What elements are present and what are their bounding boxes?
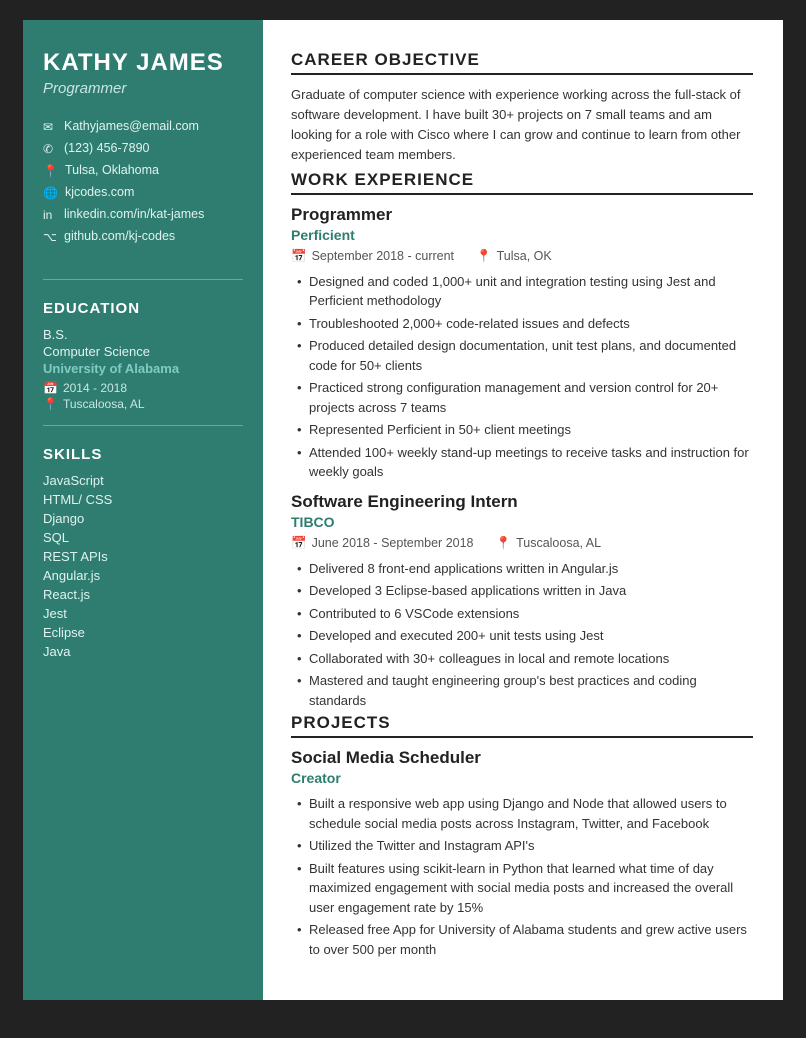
skills-title: SKILLS xyxy=(43,446,243,463)
job-title-2: Software Engineering Intern xyxy=(291,492,753,512)
job-title-1: Programmer xyxy=(291,205,753,225)
contact-email: ✉ Kathyjames@email.com xyxy=(43,119,243,134)
skill-item: Django xyxy=(43,511,243,526)
github-icon: ⌥ xyxy=(43,230,57,244)
project-title-1: Social Media Scheduler xyxy=(291,748,753,768)
bullet-item: Contributed to 6 VSCode extensions xyxy=(295,604,753,624)
skill-item: JavaScript xyxy=(43,473,243,488)
contact-list: ✉ Kathyjames@email.com ✆ (123) 456-7890 … xyxy=(43,119,243,251)
phone-icon: ✆ xyxy=(43,142,57,156)
bullet-item: Produced detailed design documentation, … xyxy=(295,336,753,375)
skills-list: JavaScript HTML/ CSS Django SQL REST API… xyxy=(43,473,243,659)
bullet-item: Represented Perficient in 50+ client mee… xyxy=(295,420,753,440)
contact-github: ⌥ github.com/kj-codes xyxy=(43,229,243,244)
bullet-item: Attended 100+ weekly stand-up meetings t… xyxy=(295,443,753,482)
bullet-item: Developed and executed 200+ unit tests u… xyxy=(295,626,753,646)
skill-item: REST APIs xyxy=(43,549,243,564)
bullet-item: Designed and coded 1,000+ unit and integ… xyxy=(295,272,753,311)
location-icon-1: 📍 xyxy=(476,249,492,264)
bullet-item: Built a responsive web app using Django … xyxy=(295,794,753,833)
skill-item: Jest xyxy=(43,606,243,621)
bullet-item: Released free App for University of Alab… xyxy=(295,920,753,959)
bullet-item: Collaborated with 30+ colleagues in loca… xyxy=(295,649,753,669)
work-experience-section: WORK EXPERIENCE Programmer Perficient 📅 … xyxy=(291,170,753,711)
contact-location: 📍 Tulsa, Oklahoma xyxy=(43,163,243,178)
skill-item: Eclipse xyxy=(43,625,243,640)
candidate-title: Programmer xyxy=(43,80,243,97)
edu-major: Computer Science xyxy=(43,344,243,359)
job-bullets-2: Delivered 8 front-end applications writt… xyxy=(291,559,753,711)
sidebar-divider-2 xyxy=(43,425,243,426)
job-bullets-1: Designed and coded 1,000+ unit and integ… xyxy=(291,272,753,482)
location-icon: 📍 xyxy=(43,164,58,178)
projects-header: PROJECTS xyxy=(291,713,753,738)
skill-item: Java xyxy=(43,644,243,659)
career-objective-header: CAREER OBJECTIVE xyxy=(291,50,753,75)
contact-linkedin: in linkedin.com/in/kat-james xyxy=(43,207,243,222)
location-icon-2: 📍 xyxy=(496,536,512,551)
work-experience-header: WORK EXPERIENCE xyxy=(291,170,753,195)
education-title: EDUCATION xyxy=(43,300,243,317)
sidebar: KATHY JAMES Programmer ✉ Kathyjames@emai… xyxy=(23,20,263,1000)
calendar-icon-1: 📅 xyxy=(291,249,307,264)
edu-degree: B.S. xyxy=(43,327,243,342)
calendar-icon: 📅 xyxy=(43,381,58,395)
project-entry-1: Social Media Scheduler Creator Built a r… xyxy=(291,748,753,959)
company-name-1: Perficient xyxy=(291,227,753,243)
globe-icon: 🌐 xyxy=(43,186,58,200)
bullet-item: Practiced strong configuration managemen… xyxy=(295,378,753,417)
envelope-icon: ✉ xyxy=(43,120,57,134)
bullet-item: Delivered 8 front-end applications writt… xyxy=(295,559,753,579)
job-meta-2: 📅 June 2018 - September 2018 📍 Tuscaloos… xyxy=(291,536,753,551)
job-dates-1: 📅 September 2018 - current xyxy=(291,249,454,264)
job-location-1: 📍 Tulsa, OK xyxy=(476,249,552,264)
bullet-item: Mastered and taught engineering group's … xyxy=(295,671,753,710)
contact-phone: ✆ (123) 456-7890 xyxy=(43,141,243,156)
edu-location: 📍 Tuscaloosa, AL xyxy=(43,397,243,411)
skill-item: React.js xyxy=(43,587,243,602)
calendar-icon-2: 📅 xyxy=(291,536,307,551)
skill-item: SQL xyxy=(43,530,243,545)
main-content: CAREER OBJECTIVE Graduate of computer sc… xyxy=(263,20,783,1000)
job-meta-1: 📅 September 2018 - current 📍 Tulsa, OK xyxy=(291,249,753,264)
edu-years: 📅 2014 - 2018 xyxy=(43,381,243,395)
edu-school: University of Alabama xyxy=(43,361,243,376)
map-pin-icon: 📍 xyxy=(43,397,58,411)
skill-item: HTML/ CSS xyxy=(43,492,243,507)
bullet-item: Utilized the Twitter and Instagram API's xyxy=(295,836,753,856)
project-role-1: Creator xyxy=(291,770,753,786)
sidebar-divider-1 xyxy=(43,279,243,280)
skill-item: Angular.js xyxy=(43,568,243,583)
job-entry-2: Software Engineering Intern TIBCO 📅 June… xyxy=(291,492,753,711)
bullet-item: Built features using scikit-learn in Pyt… xyxy=(295,859,753,918)
candidate-name: KATHY JAMES xyxy=(43,50,243,76)
skills-section: SKILLS JavaScript HTML/ CSS Django SQL R… xyxy=(43,446,243,663)
job-dates-2: 📅 June 2018 - September 2018 xyxy=(291,536,474,551)
linkedin-icon: in xyxy=(43,208,57,222)
resume-container: KATHY JAMES Programmer ✉ Kathyjames@emai… xyxy=(23,20,783,1000)
job-location-2: 📍 Tuscaloosa, AL xyxy=(496,536,602,551)
job-entry-1: Programmer Perficient 📅 September 2018 -… xyxy=(291,205,753,482)
bullet-item: Developed 3 Eclipse-based applications w… xyxy=(295,581,753,601)
bullet-item: Troubleshooted 2,000+ code-related issue… xyxy=(295,314,753,334)
projects-section: PROJECTS Social Media Scheduler Creator … xyxy=(291,713,753,959)
project-bullets-1: Built a responsive web app using Django … xyxy=(291,794,753,959)
education-section: EDUCATION B.S. Computer Science Universi… xyxy=(43,300,243,425)
company-name-2: TIBCO xyxy=(291,514,753,530)
career-objective-section: CAREER OBJECTIVE Graduate of computer sc… xyxy=(291,50,753,166)
contact-website: 🌐 kjcodes.com xyxy=(43,185,243,200)
career-objective-text: Graduate of computer science with experi… xyxy=(291,85,753,166)
